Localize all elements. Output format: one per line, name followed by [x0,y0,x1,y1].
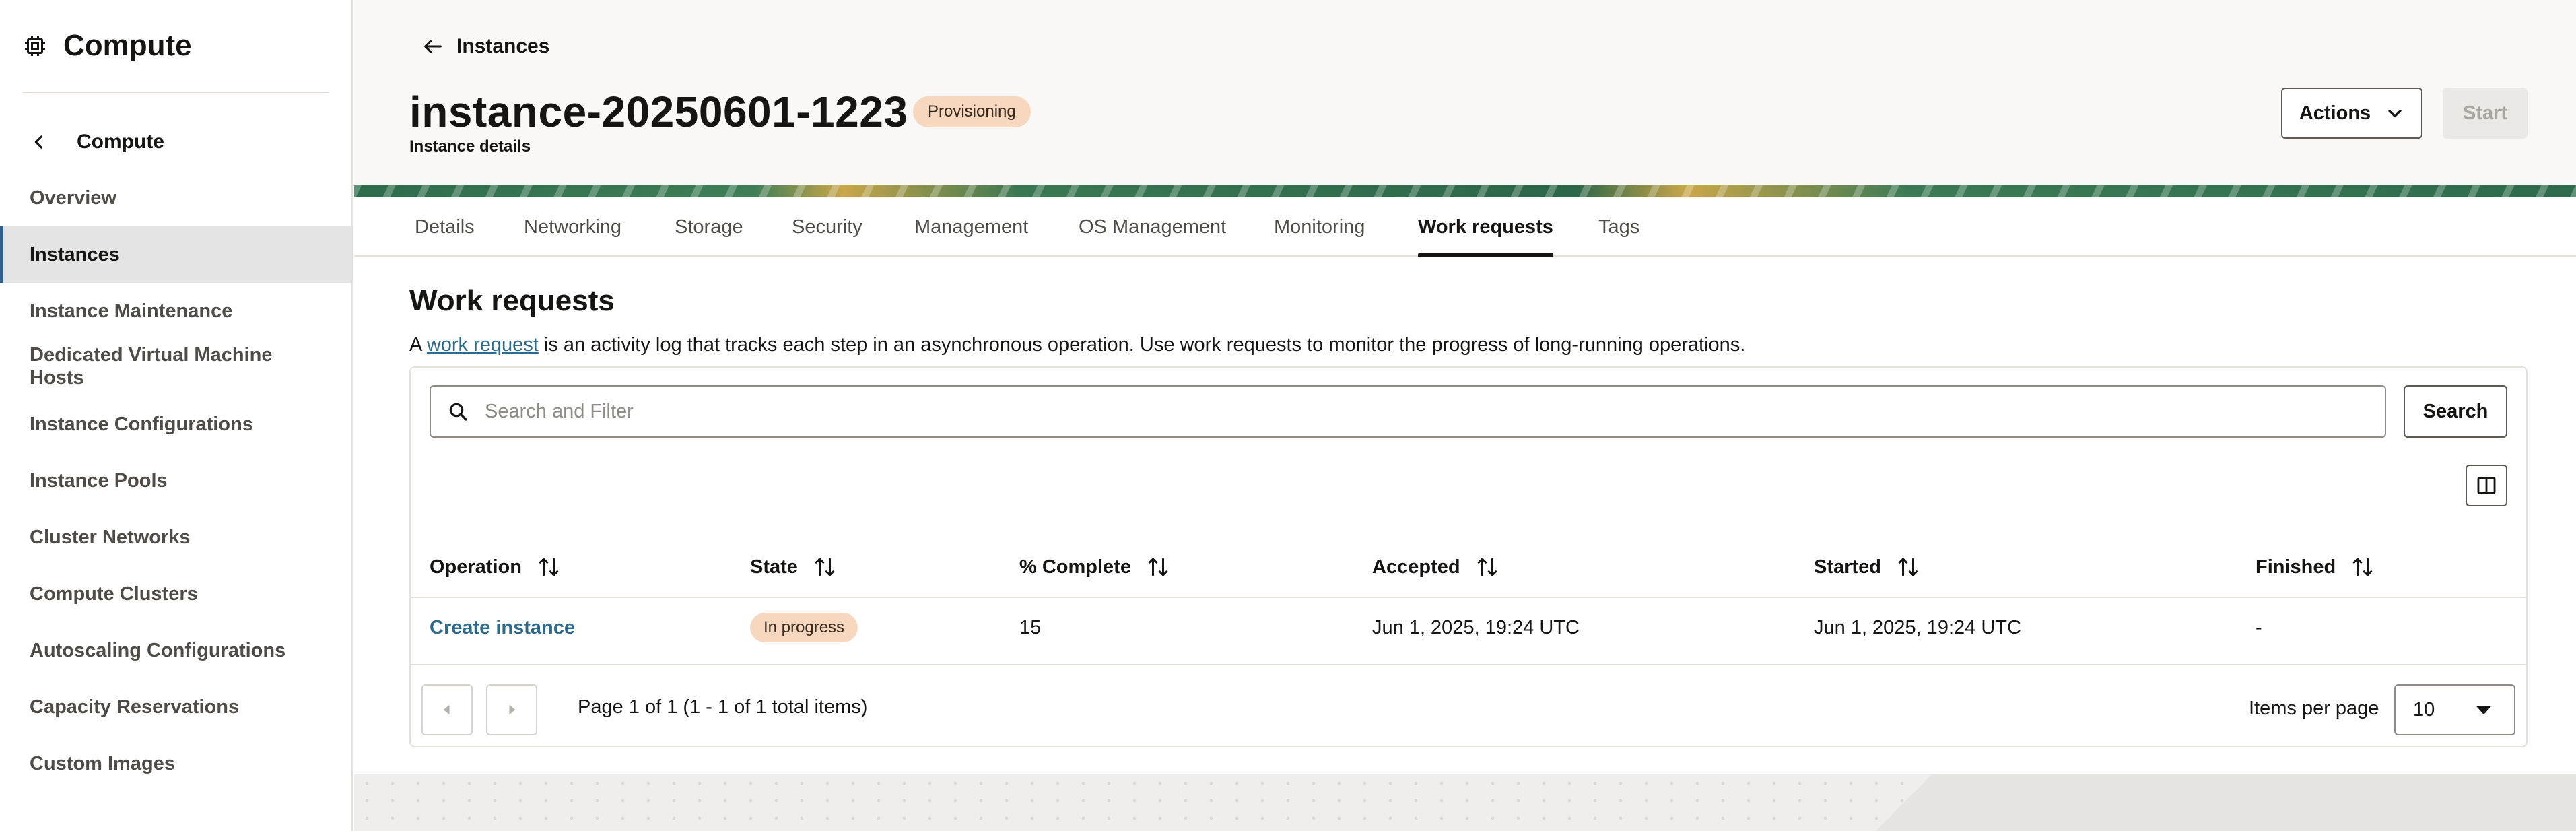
sidebar-item-dedicated-vm-hosts[interactable]: Dedicated Virtual Machine Hosts [0,341,351,392]
search-icon [449,403,467,421]
column-header-started[interactable]: Started [1814,547,1920,587]
operation-link[interactable]: Create instance [430,617,575,639]
decorative-footer [354,774,2576,831]
column-header-operation[interactable]: Operation [430,547,561,587]
table-header-divider [411,597,2526,598]
sidebar-item-overview[interactable]: Overview [0,179,351,217]
manage-columns-button[interactable] [2466,465,2507,506]
search-field[interactable] [430,385,2386,438]
caret-down-icon [2476,706,2491,715]
column-header-accepted[interactable]: Accepted [1372,547,1499,587]
sort-icon[interactable] [813,555,837,579]
previous-page-button[interactable] [421,684,473,735]
tab-work-requests[interactable]: Work requests [1418,197,1553,257]
sidebar-item-instance-configurations[interactable]: Instance Configurations [0,405,351,443]
sidebar-item-instance-maintenance[interactable]: Instance Maintenance [0,292,351,330]
sidebar-item-autoscaling-configurations[interactable]: Autoscaling Configurations [0,632,351,669]
sort-icon[interactable] [1896,555,1920,579]
page-title: instance-20250601-1223 [409,88,908,136]
footer-shape [1876,774,2576,831]
back-link-label: Instances [456,35,550,57]
next-page-button[interactable] [486,684,537,735]
page-subtitle: Instance details [409,137,531,156]
started-cell: Jun 1, 2025, 19:24 UTC [1814,616,2021,638]
section-description: A work request is an activity log that t… [409,334,1745,356]
description-suffix: is an activity log that tracks each step… [538,334,1746,356]
accepted-cell: Jun 1, 2025, 19:24 UTC [1372,616,1580,638]
column-header-label: Accepted [1372,556,1460,578]
section-title: Work requests [409,284,615,317]
finished-cell: - [2256,616,2262,638]
decorative-banner [354,185,2576,197]
sidebar-item-custom-images[interactable]: Custom Images [0,745,351,783]
column-header-label: Finished [2256,556,2336,578]
sidebar-back-link[interactable]: Compute [30,125,164,160]
items-per-page-label: Items per page [2249,698,2379,719]
chevron-down-icon [2388,109,2402,118]
caret-left-icon [443,704,450,715]
sidebar-item-instance-pools[interactable]: Instance Pools [0,462,351,500]
start-button[interactable]: Start [2443,88,2528,139]
column-header-label: State [750,556,798,578]
column-header-percent-complete[interactable]: % Complete [1019,547,1170,587]
state-cell: In progress [750,605,858,651]
tab-management[interactable]: Management [914,197,1028,257]
sidebar-item-capacity-reservations[interactable]: Capacity Reservations [0,688,351,726]
column-header-label: % Complete [1019,556,1131,578]
search-input[interactable] [483,391,2385,432]
items-per-page-select[interactable]: 10 [2394,684,2515,735]
tab-details[interactable]: Details [415,197,475,257]
table-row-divider [411,664,2526,665]
tab-networking[interactable]: Networking [524,197,621,257]
sort-icon[interactable] [537,555,561,579]
actions-button-label: Actions [2299,102,2371,124]
work-request-link[interactable]: work request [427,334,539,356]
sidebar-header: Compute [23,26,192,66]
caret-right-icon [509,704,516,715]
column-header-label: Started [1814,556,1881,578]
sidebar-title: Compute [63,29,192,62]
sort-icon[interactable] [1475,555,1499,579]
sidebar-item-instances[interactable]: Instances [0,226,351,283]
tab-storage[interactable]: Storage [675,197,743,257]
state-badge: In progress [750,613,858,642]
columns-icon [2477,477,2496,494]
actions-button[interactable]: Actions [2281,88,2422,139]
items-per-page-value: 10 [2413,698,2435,721]
sidebar-divider [23,92,329,93]
percent-complete-cell: 15 [1019,616,1042,638]
column-header-state[interactable]: State [750,547,837,587]
column-header-label: Operation [430,556,522,578]
tab-bar: Details Networking Storage Security Mana… [354,197,2576,257]
tab-security[interactable]: Security [792,197,862,257]
column-header-finished[interactable]: Finished [2256,547,2375,587]
description-prefix: A [409,334,427,356]
sort-icon[interactable] [1146,555,1170,579]
search-button[interactable]: Search [2404,385,2507,438]
chip-icon [25,36,45,56]
sidebar-back-label: Compute [77,131,164,153]
sort-icon[interactable] [2350,555,2375,579]
operation-cell: Create instance [430,605,575,651]
status-badge: Provisioning [913,96,1031,127]
arrow-left-icon [424,39,442,54]
pagination-status: Page 1 of 1 (1 - 1 of 1 total items) [578,696,868,718]
sidebar-item-compute-clusters[interactable]: Compute Clusters [0,575,351,613]
sidebar-item-cluster-networks[interactable]: Cluster Networks [0,519,351,556]
tab-os-management[interactable]: OS Management [1079,197,1226,257]
back-to-instances-link[interactable]: Instances [421,32,549,61]
tab-monitoring[interactable]: Monitoring [1274,197,1365,257]
sidebar: Compute Compute Overview Instances Insta… [0,0,353,831]
chevron-left-icon [34,135,43,149]
tab-tags[interactable]: Tags [1598,197,1639,257]
